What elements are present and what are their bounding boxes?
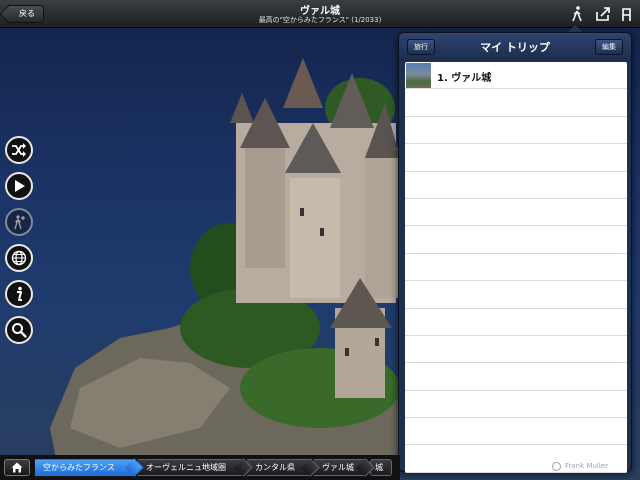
walker-icon[interactable] [568, 5, 586, 23]
info-icon [17, 286, 22, 301]
globe-button[interactable] [5, 244, 33, 272]
add-trip-button[interactable] [5, 208, 33, 236]
empty-row [405, 172, 627, 199]
castle-thumbnail [406, 63, 431, 88]
shuffle-icon [12, 143, 26, 157]
search-button[interactable] [5, 316, 33, 344]
empty-row [405, 254, 627, 282]
photo-credit: Frank Muller [565, 462, 608, 470]
my-trip-popover: 旅行 マイ トリップ 編集 1. ヴァル城 [398, 32, 632, 473]
empty-row [405, 281, 627, 309]
play-icon [15, 180, 25, 192]
empty-row [405, 89, 627, 117]
copyright-icon [552, 462, 561, 471]
list-item-label: 1. ヴァル城 [437, 73, 492, 84]
add-trip-icon [14, 215, 25, 230]
empty-row [405, 144, 627, 172]
search-icon [12, 323, 27, 338]
empty-row [405, 117, 627, 145]
breadcrumb-item-france[interactable]: 空からみたフランス [35, 459, 135, 476]
breadcrumb-item-val-castle[interactable]: ヴァル城 [314, 459, 366, 476]
font-icon[interactable] [618, 5, 636, 23]
empty-row [405, 336, 627, 364]
empty-row [405, 309, 627, 336]
shuffle-button[interactable] [5, 136, 33, 164]
empty-row [405, 391, 627, 419]
empty-row [405, 363, 627, 391]
breadcrumb: 空からみたフランス オーヴェルニュ地域圏 カンタル県 ヴァル城 城 [0, 455, 400, 480]
home-button[interactable] [4, 459, 30, 476]
play-button[interactable] [5, 172, 33, 200]
page-subtitle: 最高の"空からみたフランス" (1/2033) [258, 16, 382, 24]
globe-icon [11, 250, 27, 266]
edit-button[interactable]: 編集 [595, 39, 623, 55]
home-icon [11, 462, 23, 473]
popover-header: 旅行 マイ トリップ 編集 [399, 33, 631, 61]
breadcrumb-item-auvergne[interactable]: オーヴェルニュ地域圏 [138, 459, 244, 476]
info-button[interactable] [5, 280, 33, 308]
share-icon[interactable] [594, 5, 612, 23]
empty-row [405, 226, 627, 254]
breadcrumb-item-cantal[interactable]: カンタル県 [247, 459, 311, 476]
empty-row [405, 418, 627, 446]
top-navigation-bar: 戻る ヴァル城 最高の"空からみたフランス" (1/2033) [0, 0, 640, 28]
list-item[interactable]: 1. ヴァル城 [405, 62, 627, 90]
trip-list: 1. ヴァル城 [405, 62, 627, 473]
empty-row [405, 199, 627, 227]
